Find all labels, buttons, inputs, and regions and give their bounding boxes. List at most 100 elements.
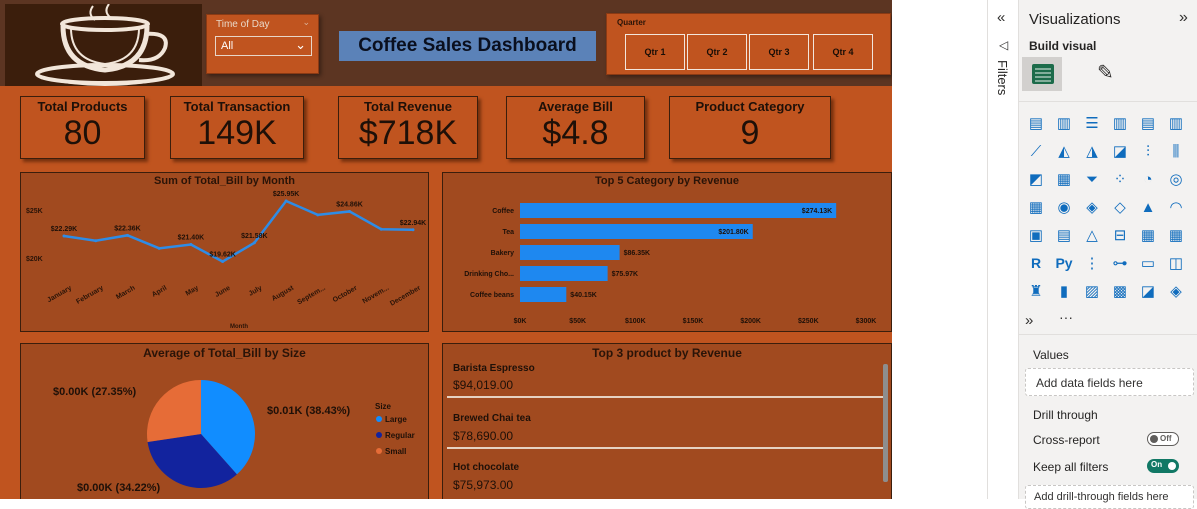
- quarter-button-1[interactable]: Qtr 1: [625, 34, 685, 70]
- kpi-average-bill[interactable]: Average Bill $4.8: [506, 96, 645, 159]
- product-name: Hot chocolate: [453, 462, 520, 473]
- goals-icon[interactable]: ♜: [1025, 280, 1047, 302]
- multi-row-card-icon[interactable]: ▤: [1053, 224, 1075, 246]
- top3-products-panel[interactable]: Top 3 product by Revenue Barista Espress…: [442, 343, 892, 499]
- product-name: Brewed Chai tea: [453, 413, 531, 424]
- quarter-button-4[interactable]: Qtr 4: [813, 34, 873, 70]
- data-label: $86.35K: [624, 250, 650, 257]
- toggle-knob: [1150, 435, 1158, 443]
- line-chart-icon[interactable]: ⟋: [1025, 140, 1047, 162]
- quarter-slicer: Quarter Qtr 1 Qtr 2 Qtr 3 Qtr 4: [606, 13, 891, 75]
- kpi-title: Total Transaction: [183, 99, 291, 114]
- power-apps-icon[interactable]: ▨: [1081, 280, 1103, 302]
- category-label: Coffee beans: [470, 292, 514, 299]
- ribbon-chart-icon[interactable]: ◩: [1025, 168, 1047, 190]
- pie-chart-panel[interactable]: Average of Total_Bill by Size $0.01K (38…: [20, 343, 429, 499]
- filters-label[interactable]: Filters: [995, 60, 1010, 95]
- kpi-icon[interactable]: △: [1081, 224, 1103, 246]
- kpi-total-transaction[interactable]: Total Transaction 149K: [170, 96, 304, 159]
- slicer-icon[interactable]: ⊟: [1109, 224, 1131, 246]
- filled-map-icon[interactable]: ◈: [1081, 196, 1103, 218]
- kpi-total-products[interactable]: Total Products 80: [20, 96, 145, 159]
- smart-narrative-icon[interactable]: ◫: [1165, 252, 1187, 274]
- build-visual-tab[interactable]: [1022, 57, 1062, 91]
- quarter-button-2[interactable]: Qtr 2: [687, 34, 747, 70]
- expand-double-chevron-icon[interactable]: «: [997, 9, 1005, 26]
- filters-pane-collapsed[interactable]: « ◁ Filters: [987, 0, 1018, 499]
- more-options-icon[interactable]: ···: [1059, 309, 1073, 325]
- chevron-down-icon[interactable]: ⌄: [302, 17, 310, 28]
- key-influencers-icon[interactable]: ⋮: [1081, 252, 1103, 274]
- paginated-report-icon[interactable]: ▮: [1053, 280, 1075, 302]
- table-icon[interactable]: ▦: [1137, 224, 1159, 246]
- treemap-icon[interactable]: ▦: [1025, 196, 1047, 218]
- data-point: [157, 246, 161, 250]
- area-chart-icon[interactable]: ◭: [1053, 140, 1075, 162]
- gauge-icon[interactable]: ◠: [1165, 196, 1187, 218]
- legend-title: Size: [375, 402, 392, 411]
- slice-label: $0.00K (34.22%): [77, 482, 160, 494]
- x-tick-label: October: [332, 285, 359, 305]
- collapse-pane-icon[interactable]: »: [1179, 9, 1188, 27]
- bar: [520, 266, 608, 281]
- time-of-day-slicer[interactable]: Time of Day ⌄ All ⌄: [206, 14, 319, 74]
- kpi-total-revenue[interactable]: Total Revenue $718K: [338, 96, 478, 159]
- map-icon[interactable]: ◉: [1053, 196, 1075, 218]
- bar-chart-panel[interactable]: Top 5 Category by Revenue Coffee $274.13K…: [442, 172, 892, 332]
- x-axis-label: Month: [230, 324, 248, 330]
- clustered-column-icon[interactable]: ▥: [1053, 112, 1075, 134]
- kpi-product-category[interactable]: Product Category 9: [669, 96, 831, 159]
- pie-icon[interactable]: ◔: [1137, 168, 1159, 190]
- x-tick-label: $100K: [625, 318, 646, 325]
- donut-icon[interactable]: ◎: [1165, 168, 1187, 190]
- qa-icon[interactable]: ▭: [1137, 252, 1159, 274]
- data-point: [252, 241, 256, 245]
- category-label: Tea: [502, 229, 514, 236]
- quarter-button-3[interactable]: Qtr 3: [749, 34, 809, 70]
- waterfall-icon[interactable]: ▦: [1053, 168, 1075, 190]
- decomposition-tree-icon[interactable]: ⊶: [1109, 252, 1131, 274]
- shape-map-icon[interactable]: ◇: [1109, 196, 1131, 218]
- r-visual-icon[interactable]: R: [1025, 252, 1047, 274]
- power-automate-icon[interactable]: ▩: [1109, 280, 1131, 302]
- format-visual-icon[interactable]: ✎: [1097, 60, 1114, 85]
- card-icon[interactable]: ▣: [1025, 224, 1047, 246]
- bar: [520, 287, 567, 302]
- legend-marker: [376, 432, 382, 438]
- 100-column-icon[interactable]: ▥: [1165, 112, 1187, 134]
- ribbon-icon[interactable]: ⫼: [1165, 140, 1187, 162]
- keep-filters-label: Keep all filters: [1033, 460, 1109, 474]
- azure-map-icon[interactable]: ▲: [1137, 196, 1159, 218]
- stacked-area-icon[interactable]: ◮: [1081, 140, 1103, 162]
- metrics-icon[interactable]: ◪: [1137, 280, 1159, 302]
- keep-filters-toggle[interactable]: On: [1147, 459, 1179, 473]
- legend-item: Large: [385, 415, 407, 424]
- bar-chart-icon[interactable]: ☰: [1081, 112, 1103, 134]
- line-column-icon[interactable]: ⫶: [1137, 140, 1159, 162]
- scrollbar[interactable]: [883, 364, 888, 482]
- visualizations-title: Visualizations: [1029, 11, 1121, 28]
- funnel-icon[interactable]: ⏷: [1081, 168, 1103, 190]
- stacked-bar-icon[interactable]: ▤: [1025, 112, 1047, 134]
- visual-gallery: ▤ ▥ ☰ ▥ ▤ ▥ ⟋ ◭ ◮ ◪ ⫶ ⫼ ◩ ▦ ⏷ ⁘ ◔ ◎ ▦ ◉ ◈ ◇ ▲ ◠ ▣ ▤ △ ⊟ ▦ ▦ R Py ⋮ ⊶ ▭ ◫ ♜ ▮ ▨…: [1025, 112, 1195, 327]
- line-chart-panel[interactable]: Sum of Total_Bill by Month $25K $20K $22.2…: [20, 172, 429, 332]
- more-visuals-icon[interactable]: »: [1025, 312, 1033, 329]
- area-icon[interactable]: ◪: [1109, 140, 1131, 162]
- column-chart-icon[interactable]: ▥: [1109, 112, 1131, 134]
- legend-marker: [376, 416, 382, 422]
- scatter-icon[interactable]: ⁘: [1109, 168, 1131, 190]
- cross-report-toggle[interactable]: Off: [1147, 432, 1179, 446]
- report-canvas: Time of Day ⌄ All ⌄ Coffee Sales Dashboa…: [0, 0, 892, 499]
- apps-icon[interactable]: ◈: [1165, 280, 1187, 302]
- 100-bar-icon[interactable]: ▤: [1137, 112, 1159, 134]
- drill-through-drop-zone[interactable]: Add drill-through fields here: [1025, 485, 1194, 509]
- data-point: [94, 239, 98, 243]
- time-of-day-dropdown[interactable]: All ⌄: [215, 36, 312, 56]
- values-drop-zone[interactable]: Add data fields here: [1025, 368, 1194, 396]
- python-visual-icon[interactable]: Py: [1053, 252, 1075, 274]
- x-tick-label: December: [389, 285, 422, 308]
- category-label: Bakery: [491, 250, 514, 257]
- data-point: [62, 234, 66, 238]
- bar: [520, 245, 620, 260]
- matrix-icon[interactable]: ▦: [1165, 224, 1187, 246]
